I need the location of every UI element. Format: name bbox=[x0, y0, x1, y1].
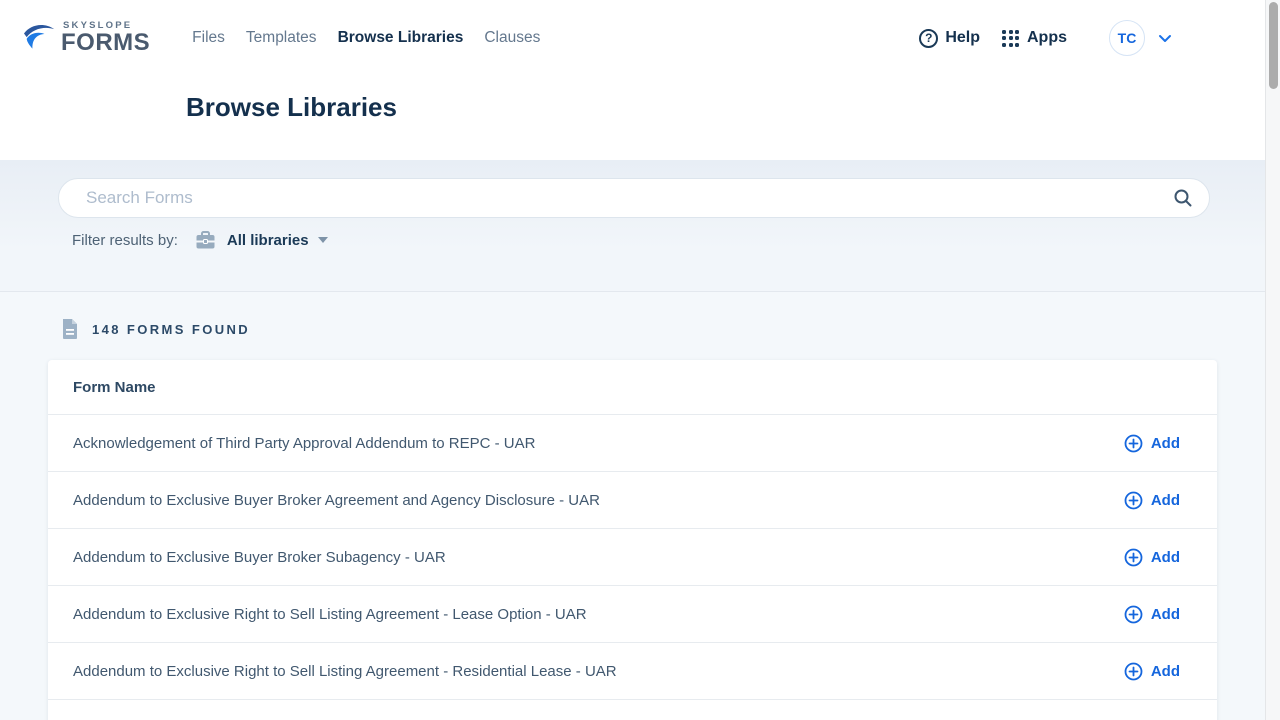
help-label: Help bbox=[945, 29, 980, 47]
table-row: Addendum to Exclusive Buyer Broker Agree… bbox=[48, 471, 1217, 528]
search-bar bbox=[58, 178, 1210, 218]
logo-text: SKYSLOPE FORMS bbox=[61, 21, 150, 56]
form-name: Addendum to Exclusive Right to Sell List… bbox=[73, 663, 1124, 680]
table-row: Addendum to Exclusive Buyer Broker Subag… bbox=[48, 528, 1217, 585]
table-row: Acknowledgement of Third Party Approval … bbox=[48, 414, 1217, 471]
nav-item-files[interactable]: Files bbox=[192, 29, 225, 47]
header-top: SKYSLOPE FORMS Files Templates Browse Li… bbox=[0, 0, 1280, 68]
header-right: ? Help Apps TC bbox=[919, 20, 1172, 56]
plus-circle-icon bbox=[1124, 434, 1143, 453]
table-row: Addendum to Exclusive Right to Sell List… bbox=[48, 585, 1217, 642]
main-nav: Files Templates Browse Libraries Clauses bbox=[192, 29, 540, 47]
nav-item-templates[interactable]: Templates bbox=[246, 29, 317, 47]
plus-circle-icon bbox=[1124, 491, 1143, 510]
forms-found-count: 148 FORMS FOUND bbox=[92, 322, 250, 337]
skyslope-swoosh-icon bbox=[22, 22, 58, 54]
search-icon[interactable] bbox=[1173, 188, 1193, 208]
caret-down-icon bbox=[318, 237, 328, 243]
add-form-button[interactable]: Add bbox=[1124, 491, 1180, 510]
form-name: Addendum to Exclusive Right to Sell List… bbox=[73, 606, 1124, 623]
results-count: 148 FORMS FOUND bbox=[61, 318, 1280, 340]
table-row-partial bbox=[48, 699, 1217, 720]
add-button-label: Add bbox=[1151, 435, 1180, 452]
app-header: SKYSLOPE FORMS Files Templates Browse Li… bbox=[0, 0, 1280, 160]
filter-label: Filter results by: bbox=[72, 232, 178, 249]
form-name: Acknowledgement of Third Party Approval … bbox=[73, 435, 1124, 452]
nav-item-browse-libraries[interactable]: Browse Libraries bbox=[338, 29, 464, 47]
table-row: Addendum to Exclusive Right to Sell List… bbox=[48, 642, 1217, 699]
form-name-column-header: Form Name bbox=[48, 360, 1217, 414]
help-button[interactable]: ? Help bbox=[919, 29, 980, 48]
results-section: 148 FORMS FOUND Form Name Acknowledgemen… bbox=[0, 292, 1280, 720]
logo-forms-label: FORMS bbox=[61, 31, 150, 55]
user-avatar[interactable]: TC bbox=[1109, 20, 1145, 56]
search-section: Filter results by: All libraries bbox=[0, 160, 1280, 292]
apps-label: Apps bbox=[1027, 29, 1067, 47]
briefcase-icon bbox=[195, 231, 216, 250]
add-button-label: Add bbox=[1151, 606, 1180, 623]
add-form-button[interactable]: Add bbox=[1124, 434, 1180, 453]
skyslope-forms-logo[interactable]: SKYSLOPE FORMS bbox=[22, 21, 150, 56]
apps-button[interactable]: Apps bbox=[1002, 29, 1067, 47]
nav-item-clauses[interactable]: Clauses bbox=[484, 29, 540, 47]
help-question-icon: ? bbox=[919, 29, 938, 48]
plus-circle-icon bbox=[1124, 605, 1143, 624]
document-icon bbox=[61, 318, 79, 340]
form-name: Addendum to Exclusive Buyer Broker Agree… bbox=[73, 492, 1124, 509]
account-chevron-down-icon[interactable] bbox=[1158, 34, 1172, 43]
library-filter-dropdown[interactable]: All libraries bbox=[227, 232, 328, 249]
form-name: Addendum to Exclusive Buyer Broker Subag… bbox=[73, 549, 1124, 566]
search-input[interactable] bbox=[59, 188, 1173, 208]
page-scrollbar-track[interactable] bbox=[1265, 0, 1280, 720]
apps-grid-icon bbox=[1002, 30, 1019, 47]
add-button-label: Add bbox=[1151, 492, 1180, 509]
add-form-button[interactable]: Add bbox=[1124, 662, 1180, 681]
plus-circle-icon bbox=[1124, 662, 1143, 681]
add-form-button[interactable]: Add bbox=[1124, 605, 1180, 624]
plus-circle-icon bbox=[1124, 548, 1143, 567]
add-button-label: Add bbox=[1151, 663, 1180, 680]
page-title: Browse Libraries bbox=[186, 92, 1280, 123]
form-table-body: Acknowledgement of Third Party Approval … bbox=[48, 414, 1217, 699]
add-button-label: Add bbox=[1151, 549, 1180, 566]
page-scrollbar-thumb[interactable] bbox=[1269, 2, 1278, 89]
filter-row: Filter results by: All libraries bbox=[72, 228, 328, 252]
forms-table: Form Name Acknowledgement of Third Party… bbox=[48, 360, 1217, 720]
add-form-button[interactable]: Add bbox=[1124, 548, 1180, 567]
filter-selected-value: All libraries bbox=[227, 232, 309, 249]
